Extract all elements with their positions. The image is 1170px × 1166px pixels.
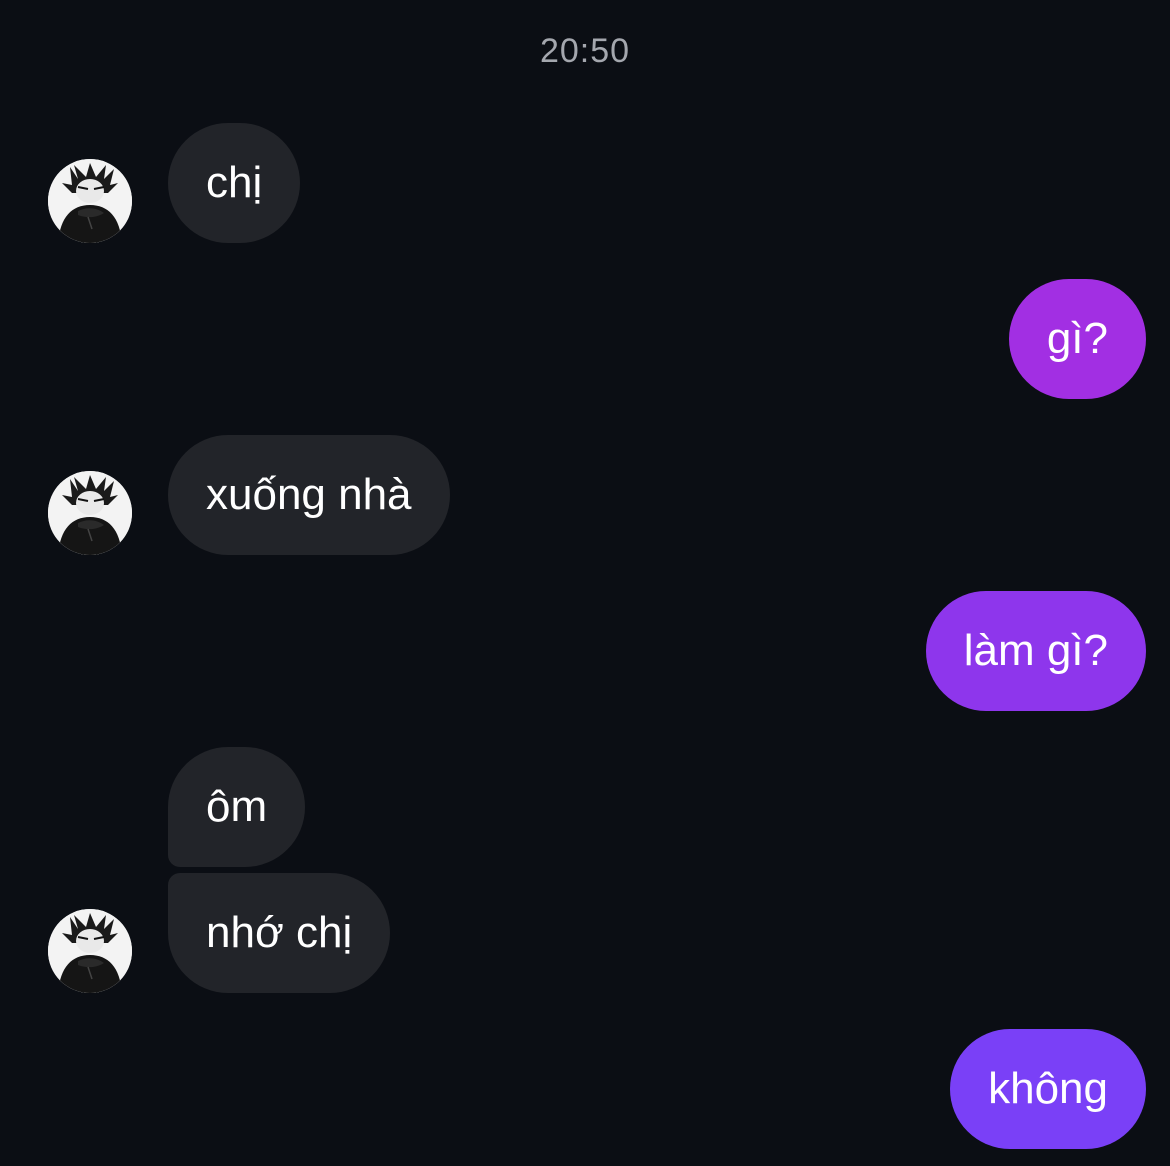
message-bubble-incoming[interactable]: ôm [168, 747, 306, 867]
avatar-photo-icon [48, 471, 132, 555]
contact-avatar[interactable] [48, 909, 132, 993]
contact-avatar[interactable] [48, 159, 132, 243]
chat-timestamp: 20:50 [539, 32, 631, 70]
message-bubble-incoming[interactable]: nhớ chị [168, 873, 391, 993]
message-bubble-outgoing[interactable]: làm gì? [925, 591, 1146, 711]
message-bubble-outgoing[interactable]: gì? [1008, 279, 1146, 399]
message-bubble-incoming[interactable]: chị [168, 123, 301, 243]
message-bubble-outgoing[interactable]: không [950, 1029, 1146, 1149]
avatar-photo-icon [48, 909, 132, 993]
avatar-photo-icon [48, 159, 132, 243]
contact-avatar[interactable] [48, 471, 132, 555]
message-bubble-incoming[interactable]: xuống nhà [168, 435, 450, 555]
